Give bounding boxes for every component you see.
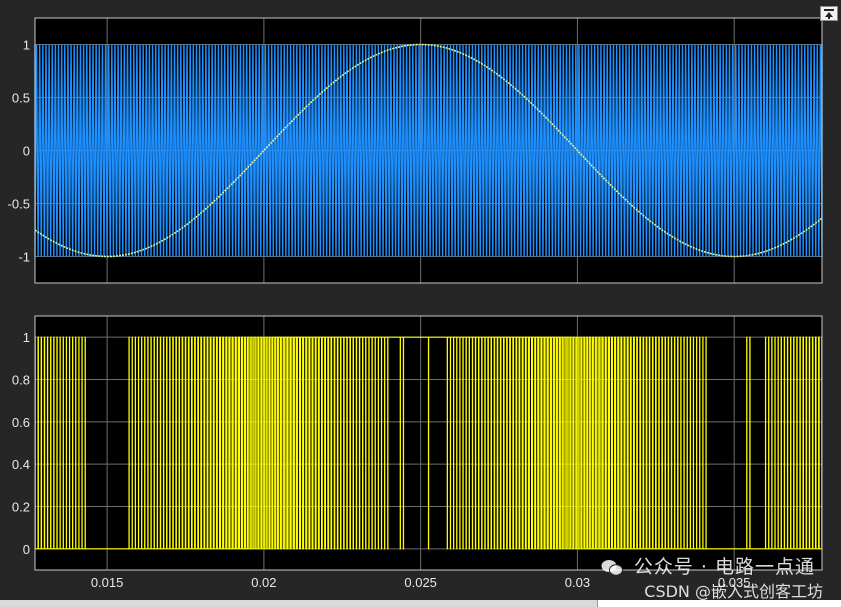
- watermark-line1: 公众号 · 电路一点通: [633, 556, 815, 578]
- y-tick-label: 0.2: [12, 500, 30, 515]
- bottom-axes: 10.80.60.40.200.015 0.02 0.025 0.03 0.035: [12, 315, 823, 590]
- y-tick-label: -1: [18, 250, 30, 265]
- y-tick-label: 0: [23, 542, 30, 557]
- y-tick-label: 1: [23, 38, 30, 53]
- status-bar-segment: [597, 600, 841, 607]
- x-tick-label: 0.03: [565, 575, 590, 590]
- restore-layout-icon: [824, 9, 834, 11]
- top-axes: 1 0.5 0 -0.5 -1: [8, 17, 823, 284]
- restore-layout-button[interactable]: [820, 6, 838, 21]
- scope-figure: 1 0.5 0 -0.5 -1 1 0.8 0.6 0.4 0.2 0 0.015 0.02 0.025…: [8, 17, 823, 590]
- y-tick-label: 0.6: [12, 415, 30, 430]
- watermark-line2: CSDN @嵌入式创客工坊: [644, 582, 823, 601]
- y-tick-label: -0.5: [8, 197, 30, 212]
- y-tick-label: 0: [23, 144, 30, 159]
- y-tick-label: 1: [23, 330, 30, 345]
- y-tick-label: 0.4: [12, 457, 30, 472]
- x-tick-label: 0.025: [404, 575, 437, 590]
- x-tick-label: 0.015: [91, 575, 124, 590]
- wechat-icon: [601, 560, 623, 576]
- y-tick-label: 0.5: [12, 91, 30, 106]
- x-tick-label: 0.02: [251, 575, 276, 590]
- y-tick-label: 0.8: [12, 373, 30, 388]
